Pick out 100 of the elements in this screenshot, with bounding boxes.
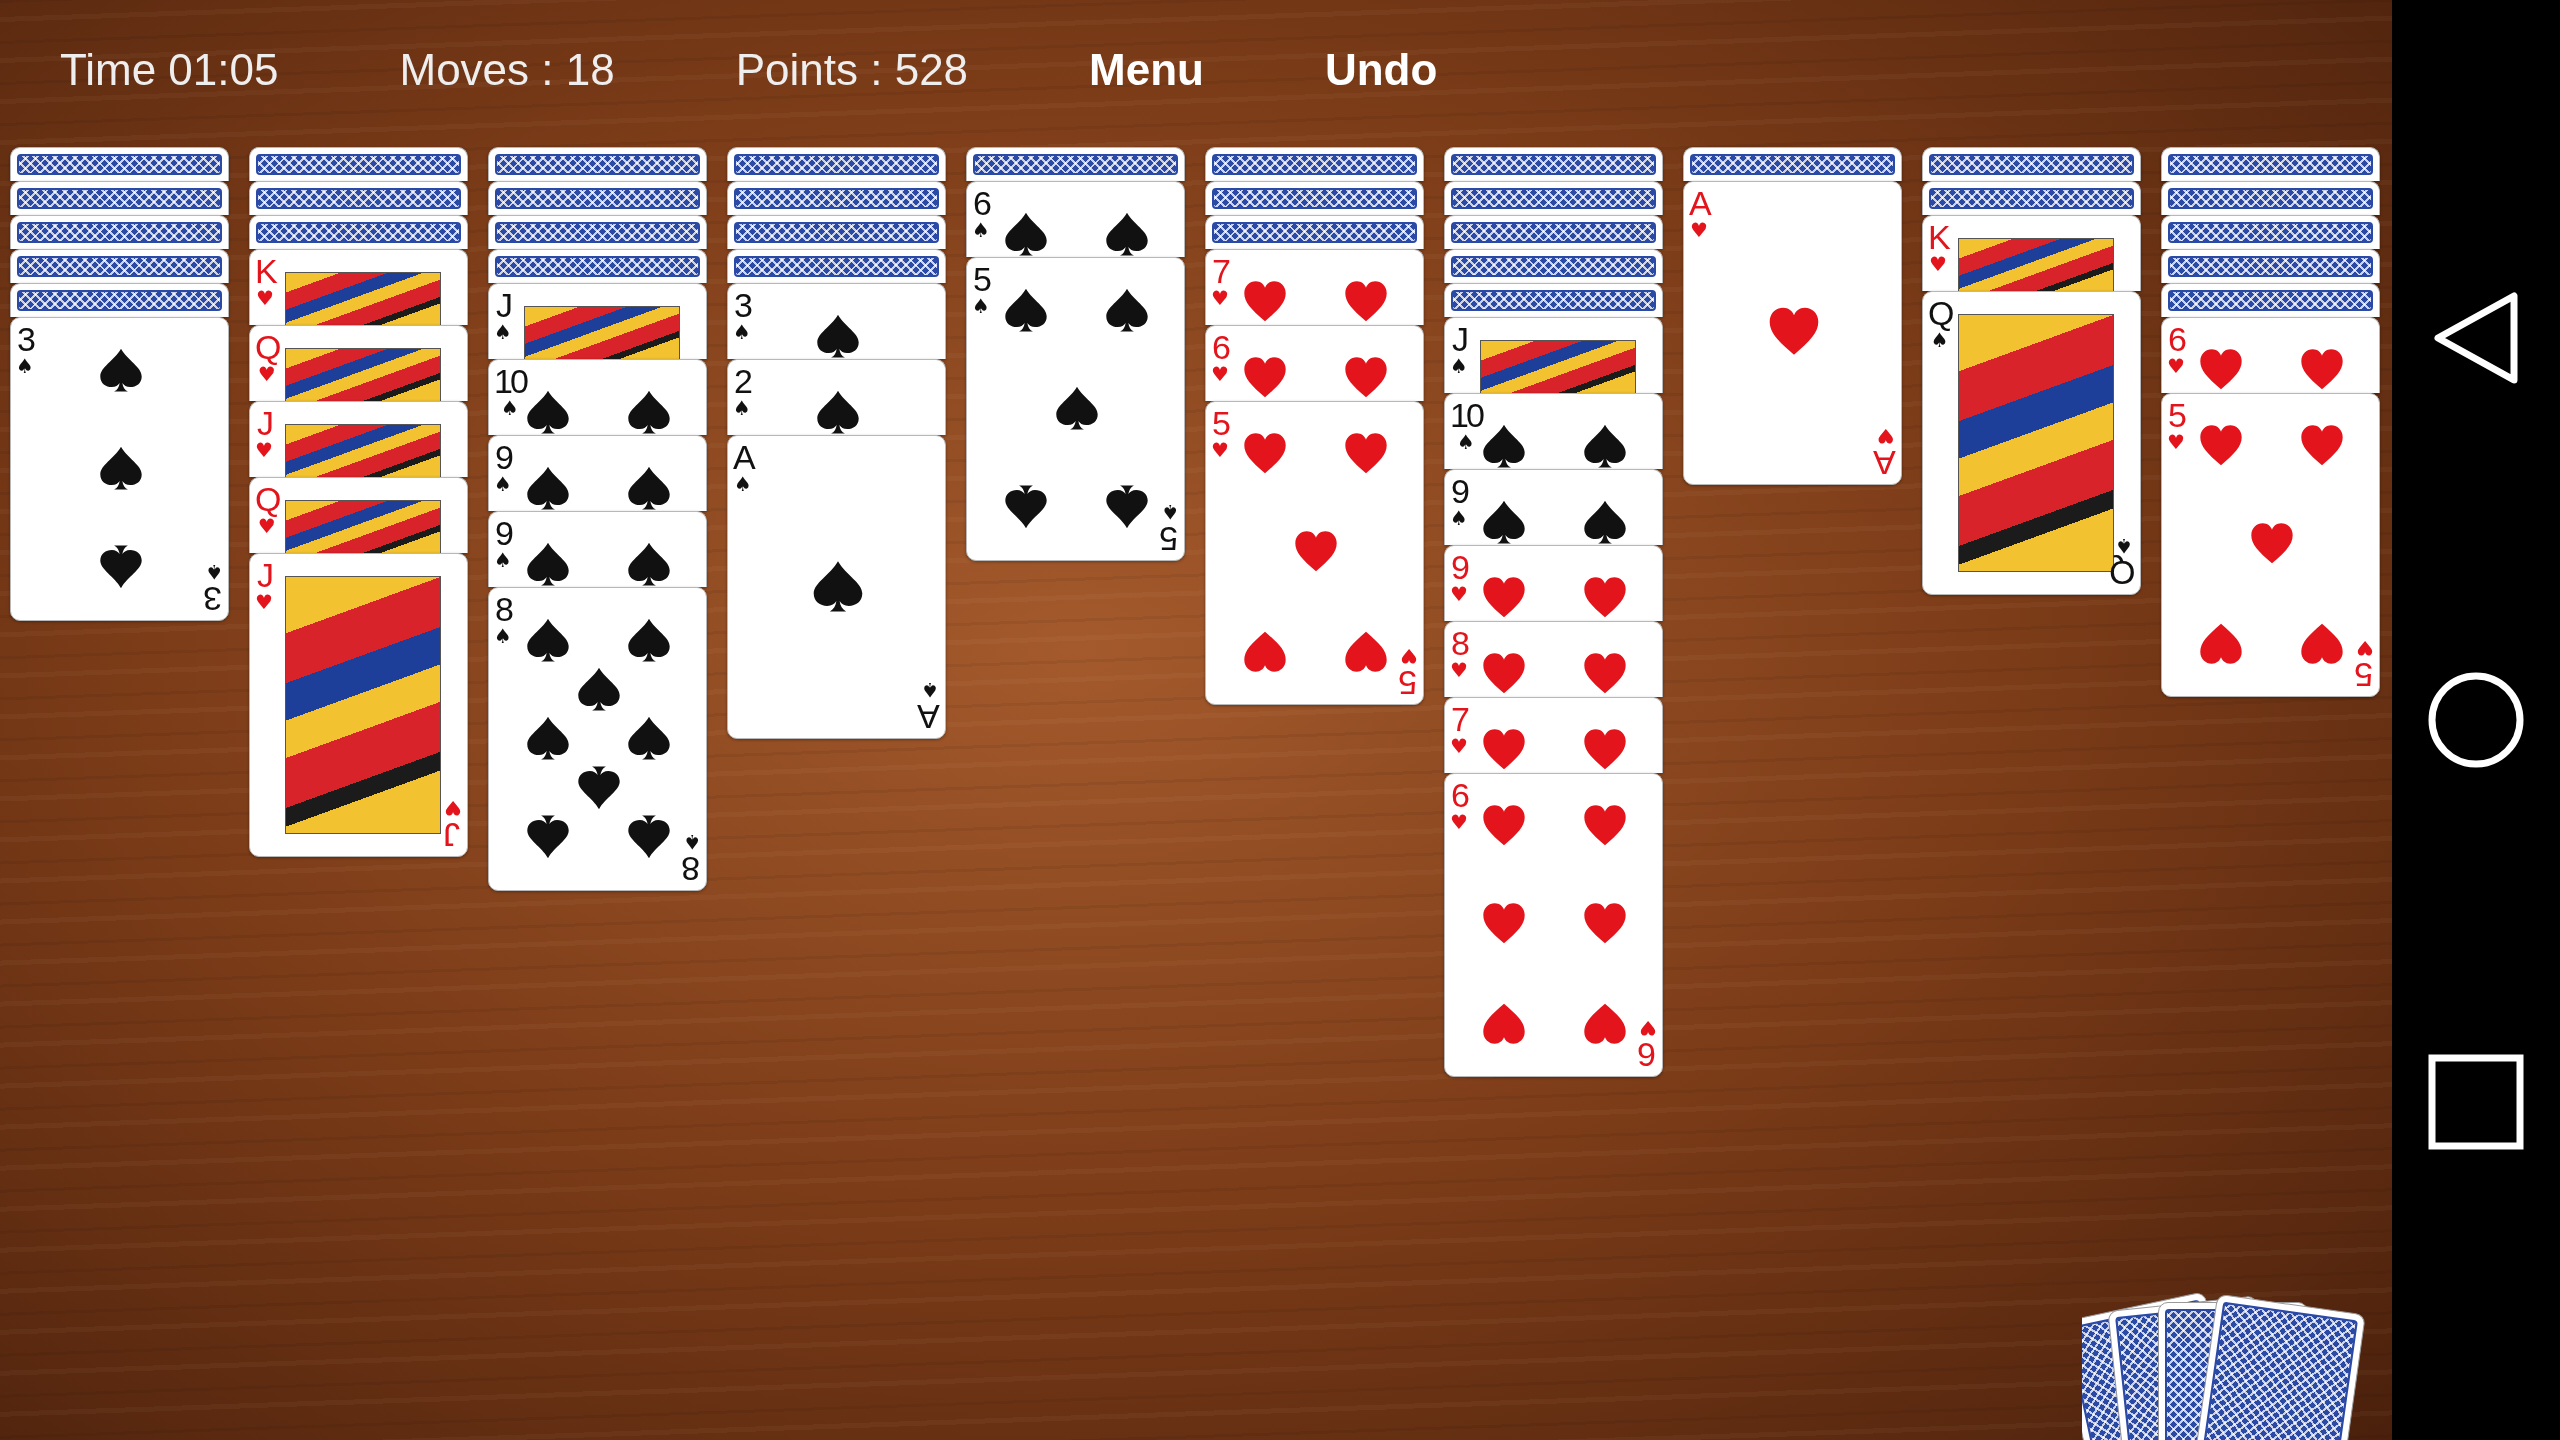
face-down-card[interactable] bbox=[10, 283, 229, 317]
face-down-card[interactable] bbox=[249, 181, 468, 215]
playing-card[interactable]: 7 ♥ bbox=[1444, 697, 1663, 773]
playing-card[interactable]: J ♠ bbox=[1444, 317, 1663, 393]
spade-icon bbox=[525, 715, 572, 762]
face-down-card[interactable] bbox=[1444, 215, 1663, 249]
playing-card[interactable]: 3 ♠ 3 ♠ bbox=[10, 317, 229, 621]
playing-card[interactable]: K ♥ bbox=[1922, 215, 2141, 291]
playing-card[interactable]: 10 ♠ bbox=[488, 359, 707, 435]
playing-card[interactable]: K ♥ bbox=[249, 249, 468, 325]
playing-card[interactable]: 10 ♠ bbox=[1444, 393, 1663, 469]
face-down-card[interactable] bbox=[2161, 215, 2380, 249]
card-rank: 8 bbox=[1451, 626, 1467, 660]
playing-card[interactable]: 6 ♥ bbox=[1205, 325, 1424, 401]
card-suit: ♠ bbox=[205, 562, 223, 582]
face-down-card[interactable] bbox=[1205, 215, 1424, 249]
card-rank: 5 bbox=[1401, 666, 1417, 700]
card-rank: A bbox=[733, 440, 753, 474]
card-suit: ♠ bbox=[972, 220, 990, 240]
home-icon[interactable] bbox=[2426, 670, 2526, 770]
card-rank: Q bbox=[255, 330, 279, 364]
face-down-card[interactable] bbox=[1205, 147, 1424, 181]
playing-card[interactable]: Q ♠ Q ♠ bbox=[1922, 291, 2141, 595]
playing-card[interactable]: 8 ♠ 8 ♠ bbox=[488, 587, 707, 891]
text-button[interactable]: Undo bbox=[1324, 45, 1438, 95]
face-down-card[interactable] bbox=[488, 147, 707, 181]
playing-card[interactable]: 8 ♥ bbox=[1444, 621, 1663, 697]
card-rank: J bbox=[256, 406, 271, 440]
card-rank: 5 bbox=[2357, 658, 2373, 692]
playing-card[interactable]: 7 ♥ bbox=[1205, 249, 1424, 325]
card-rank: A bbox=[1689, 186, 1709, 220]
face-down-card[interactable] bbox=[249, 147, 468, 181]
playing-card[interactable]: 6 ♠ bbox=[966, 181, 1185, 257]
card-suit: ♥ bbox=[2167, 356, 2185, 376]
recents-icon[interactable] bbox=[2426, 1052, 2526, 1152]
card-rank: 8 bbox=[684, 852, 700, 886]
playing-card[interactable]: 5 ♥ 5 ♥ bbox=[2161, 393, 2380, 697]
playing-card[interactable]: 6 ♥ bbox=[2161, 317, 2380, 393]
face-down-card[interactable] bbox=[488, 215, 707, 249]
card-suit: ♥ bbox=[1211, 440, 1229, 460]
card-suit: ♥ bbox=[1211, 288, 1229, 308]
face-down-card[interactable] bbox=[1922, 181, 2141, 215]
card-suit: ♥ bbox=[257, 516, 276, 536]
card-suit: ♥ bbox=[2167, 432, 2185, 452]
card-suit: ♥ bbox=[2356, 638, 2374, 658]
points-counter: Points : 528 bbox=[735, 45, 969, 95]
card-suit: ♠ bbox=[1930, 330, 1949, 350]
playing-card[interactable]: 9 ♠ bbox=[488, 511, 707, 587]
playing-card[interactable]: J ♥ J ♥ bbox=[249, 553, 468, 857]
playing-card[interactable]: 5 ♥ 5 ♥ bbox=[1205, 401, 1424, 705]
card-suit: ♥ bbox=[255, 440, 273, 460]
face-down-card[interactable] bbox=[2161, 249, 2380, 283]
card-suit: ♥ bbox=[1400, 646, 1418, 666]
playing-card[interactable]: 2 ♠ bbox=[727, 359, 946, 435]
face-down-card[interactable] bbox=[1205, 181, 1424, 215]
face-down-card[interactable] bbox=[2161, 181, 2380, 215]
face-down-card[interactable] bbox=[727, 215, 946, 249]
card-rank: J bbox=[495, 288, 510, 322]
text-button[interactable]: Menu bbox=[1089, 45, 1204, 95]
card-rank: 3 bbox=[206, 582, 222, 616]
playing-card[interactable]: 3 ♠ bbox=[727, 283, 946, 359]
card-suit: ♠ bbox=[683, 832, 701, 852]
face-down-card[interactable] bbox=[727, 147, 946, 181]
face-down-card[interactable] bbox=[10, 181, 229, 215]
playing-card[interactable]: A ♥ A ♥ bbox=[1683, 181, 1902, 485]
face-down-card[interactable] bbox=[1444, 181, 1663, 215]
playing-card[interactable]: 9 ♠ bbox=[488, 435, 707, 511]
moves-counter: Moves : 18 bbox=[399, 45, 615, 95]
face-down-card[interactable] bbox=[966, 147, 1185, 181]
face-down-card[interactable] bbox=[10, 147, 229, 181]
playing-card[interactable]: Q ♥ bbox=[249, 477, 468, 553]
card-rank: J bbox=[256, 558, 271, 592]
spade-icon bbox=[575, 666, 622, 713]
playing-card[interactable]: 9 ♠ bbox=[1444, 469, 1663, 545]
face-down-card[interactable] bbox=[727, 181, 946, 215]
card-rank: 10 bbox=[494, 364, 526, 398]
playing-card[interactable]: A ♠ A ♠ bbox=[727, 435, 946, 739]
face-down-card[interactable] bbox=[488, 249, 707, 283]
face-down-card[interactable] bbox=[1444, 249, 1663, 283]
face-down-card[interactable] bbox=[488, 181, 707, 215]
card-suit: ♥ bbox=[1211, 364, 1229, 384]
face-down-card[interactable] bbox=[10, 215, 229, 249]
playing-card[interactable]: 6 ♥ 6 ♥ bbox=[1444, 773, 1663, 1077]
face-down-card[interactable] bbox=[249, 215, 468, 249]
playing-card[interactable]: 9 ♥ bbox=[1444, 545, 1663, 621]
face-down-card[interactable] bbox=[1444, 147, 1663, 181]
card-suit: ♥ bbox=[1639, 1018, 1657, 1038]
face-down-card[interactable] bbox=[1444, 283, 1663, 317]
playing-card[interactable]: J ♥ bbox=[249, 401, 468, 477]
playing-card[interactable]: Q ♥ bbox=[249, 325, 468, 401]
face-down-card[interactable] bbox=[1683, 147, 1902, 181]
playing-card[interactable]: 5 ♠ 5 ♠ bbox=[966, 257, 1185, 561]
face-down-card[interactable] bbox=[10, 249, 229, 283]
face-down-card[interactable] bbox=[2161, 283, 2380, 317]
face-down-card[interactable] bbox=[2161, 147, 2380, 181]
card-rank: Q bbox=[1928, 296, 1952, 330]
playing-card[interactable]: J ♠ bbox=[488, 283, 707, 359]
face-down-card[interactable] bbox=[727, 249, 946, 283]
card-rank: 3 bbox=[734, 288, 750, 322]
face-down-card[interactable] bbox=[1922, 147, 2141, 181]
